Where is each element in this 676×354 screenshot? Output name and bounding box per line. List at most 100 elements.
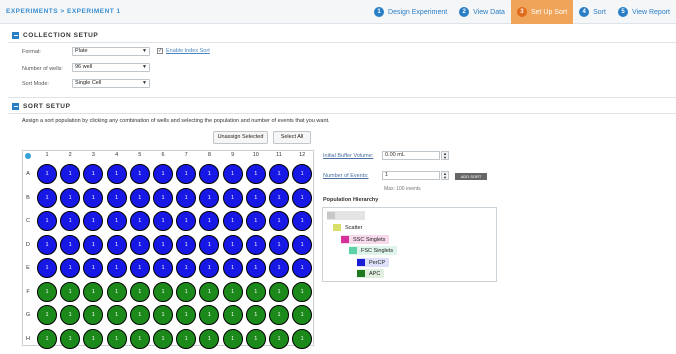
well[interactable]: 1 (245, 328, 266, 349)
column-header[interactable]: 2 (64, 152, 76, 158)
population-node[interactable]: PerCP (357, 258, 390, 267)
well[interactable]: 1 (292, 234, 313, 255)
row-header[interactable]: B (25, 195, 31, 201)
well[interactable]: 1 (269, 328, 289, 349)
well[interactable]: 1 (176, 164, 197, 184)
well[interactable]: 1 (245, 211, 266, 231)
well[interactable]: 1 (245, 234, 266, 255)
step-view-report[interactable]: 5 View Report (612, 0, 676, 24)
well[interactable]: 1 (176, 328, 197, 349)
well[interactable]: 1 (60, 234, 81, 255)
well[interactable]: 1 (153, 258, 173, 278)
well[interactable]: 1 (106, 258, 127, 278)
well[interactable]: 1 (222, 164, 243, 184)
well[interactable]: 1 (199, 258, 220, 278)
row-header[interactable]: G (25, 312, 31, 318)
column-header[interactable]: 10 (250, 152, 262, 158)
row-header[interactable]: D (25, 242, 31, 248)
well[interactable]: 1 (292, 258, 313, 278)
well[interactable]: 1 (83, 258, 104, 278)
well[interactable]: 1 (176, 234, 197, 255)
well[interactable]: 1 (292, 305, 313, 325)
step-set-up-sort[interactable]: 3 Set Up Sort (510, 0, 574, 24)
well[interactable]: 1 (199, 187, 220, 208)
row-header[interactable]: E (25, 265, 31, 271)
well[interactable]: 1 (245, 281, 266, 302)
well[interactable]: 1 (129, 164, 150, 184)
step-design-experiment[interactable]: 1 Design Experiment (368, 0, 453, 24)
well[interactable]: 1 (37, 328, 57, 349)
well[interactable]: 1 (37, 281, 57, 302)
row-header[interactable]: F (25, 289, 31, 295)
well[interactable]: 1 (176, 305, 197, 325)
column-header[interactable]: 11 (273, 152, 285, 158)
population-node[interactable]: FSC Singlets (349, 246, 398, 255)
well[interactable]: 1 (153, 187, 173, 208)
well[interactable]: 1 (60, 305, 81, 325)
well[interactable]: 1 (269, 234, 289, 255)
well[interactable]: 1 (269, 305, 289, 325)
number-of-events-input[interactable]: 1 (382, 171, 440, 180)
well[interactable]: 1 (106, 305, 127, 325)
well[interactable]: 1 (60, 281, 81, 302)
well[interactable]: 1 (60, 258, 81, 278)
row-header[interactable]: H (25, 336, 31, 342)
well[interactable]: 1 (37, 211, 57, 231)
select-all-wells-icon[interactable] (25, 153, 31, 159)
well[interactable]: 1 (153, 211, 173, 231)
well[interactable]: 1 (83, 328, 104, 349)
well[interactable]: 1 (222, 281, 243, 302)
well[interactable]: 1 (153, 234, 173, 255)
well[interactable]: 1 (129, 187, 150, 208)
well[interactable]: 1 (106, 164, 127, 184)
format-select[interactable]: Plate ▼ (72, 47, 150, 56)
column-header[interactable]: 4 (111, 152, 123, 158)
well[interactable]: 1 (83, 164, 104, 184)
well[interactable]: 1 (222, 258, 243, 278)
well[interactable]: 1 (37, 164, 57, 184)
row-header[interactable]: A (25, 171, 31, 177)
well[interactable]: 1 (245, 305, 266, 325)
well[interactable]: 1 (37, 305, 57, 325)
row-header[interactable]: C (25, 218, 31, 224)
well[interactable]: 1 (37, 187, 57, 208)
well[interactable]: 1 (83, 234, 104, 255)
well[interactable]: 1 (269, 164, 289, 184)
well[interactable]: 1 (176, 281, 197, 302)
column-header[interactable]: 12 (296, 152, 308, 158)
well[interactable]: 1 (199, 234, 220, 255)
well[interactable]: 1 (153, 164, 173, 184)
well[interactable]: 1 (129, 234, 150, 255)
well[interactable]: 1 (199, 211, 220, 231)
column-header[interactable]: 5 (134, 152, 146, 158)
well[interactable]: 1 (83, 187, 104, 208)
well[interactable]: 1 (269, 281, 289, 302)
well[interactable]: 1 (222, 211, 243, 231)
well[interactable]: 1 (245, 187, 266, 208)
well[interactable]: 1 (153, 281, 173, 302)
well[interactable]: 1 (106, 328, 127, 349)
wells-select[interactable]: 96 well ▼ (72, 63, 150, 72)
well[interactable]: 1 (176, 211, 197, 231)
well[interactable]: 1 (176, 258, 197, 278)
column-header[interactable]: 3 (87, 152, 99, 158)
well[interactable]: 1 (129, 305, 150, 325)
well[interactable]: 1 (153, 305, 173, 325)
well[interactable]: 1 (83, 281, 104, 302)
column-header[interactable]: 7 (180, 152, 192, 158)
population-node[interactable]: Scatter (333, 223, 366, 232)
sort-mode-select[interactable]: Single Cell ▼ (72, 79, 150, 88)
column-header[interactable]: 9 (227, 152, 239, 158)
well[interactable]: 1 (269, 258, 289, 278)
well[interactable]: 1 (292, 187, 313, 208)
well[interactable]: 1 (199, 164, 220, 184)
column-header[interactable]: 1 (41, 152, 53, 158)
population-node[interactable]: APC (357, 269, 385, 278)
well[interactable]: 1 (245, 164, 266, 184)
well[interactable]: 1 (83, 305, 104, 325)
well[interactable]: 1 (60, 187, 81, 208)
well[interactable]: 1 (245, 258, 266, 278)
well[interactable]: 1 (269, 187, 289, 208)
step-sort[interactable]: 4 Sort (573, 0, 612, 24)
column-header[interactable]: 6 (157, 152, 169, 158)
